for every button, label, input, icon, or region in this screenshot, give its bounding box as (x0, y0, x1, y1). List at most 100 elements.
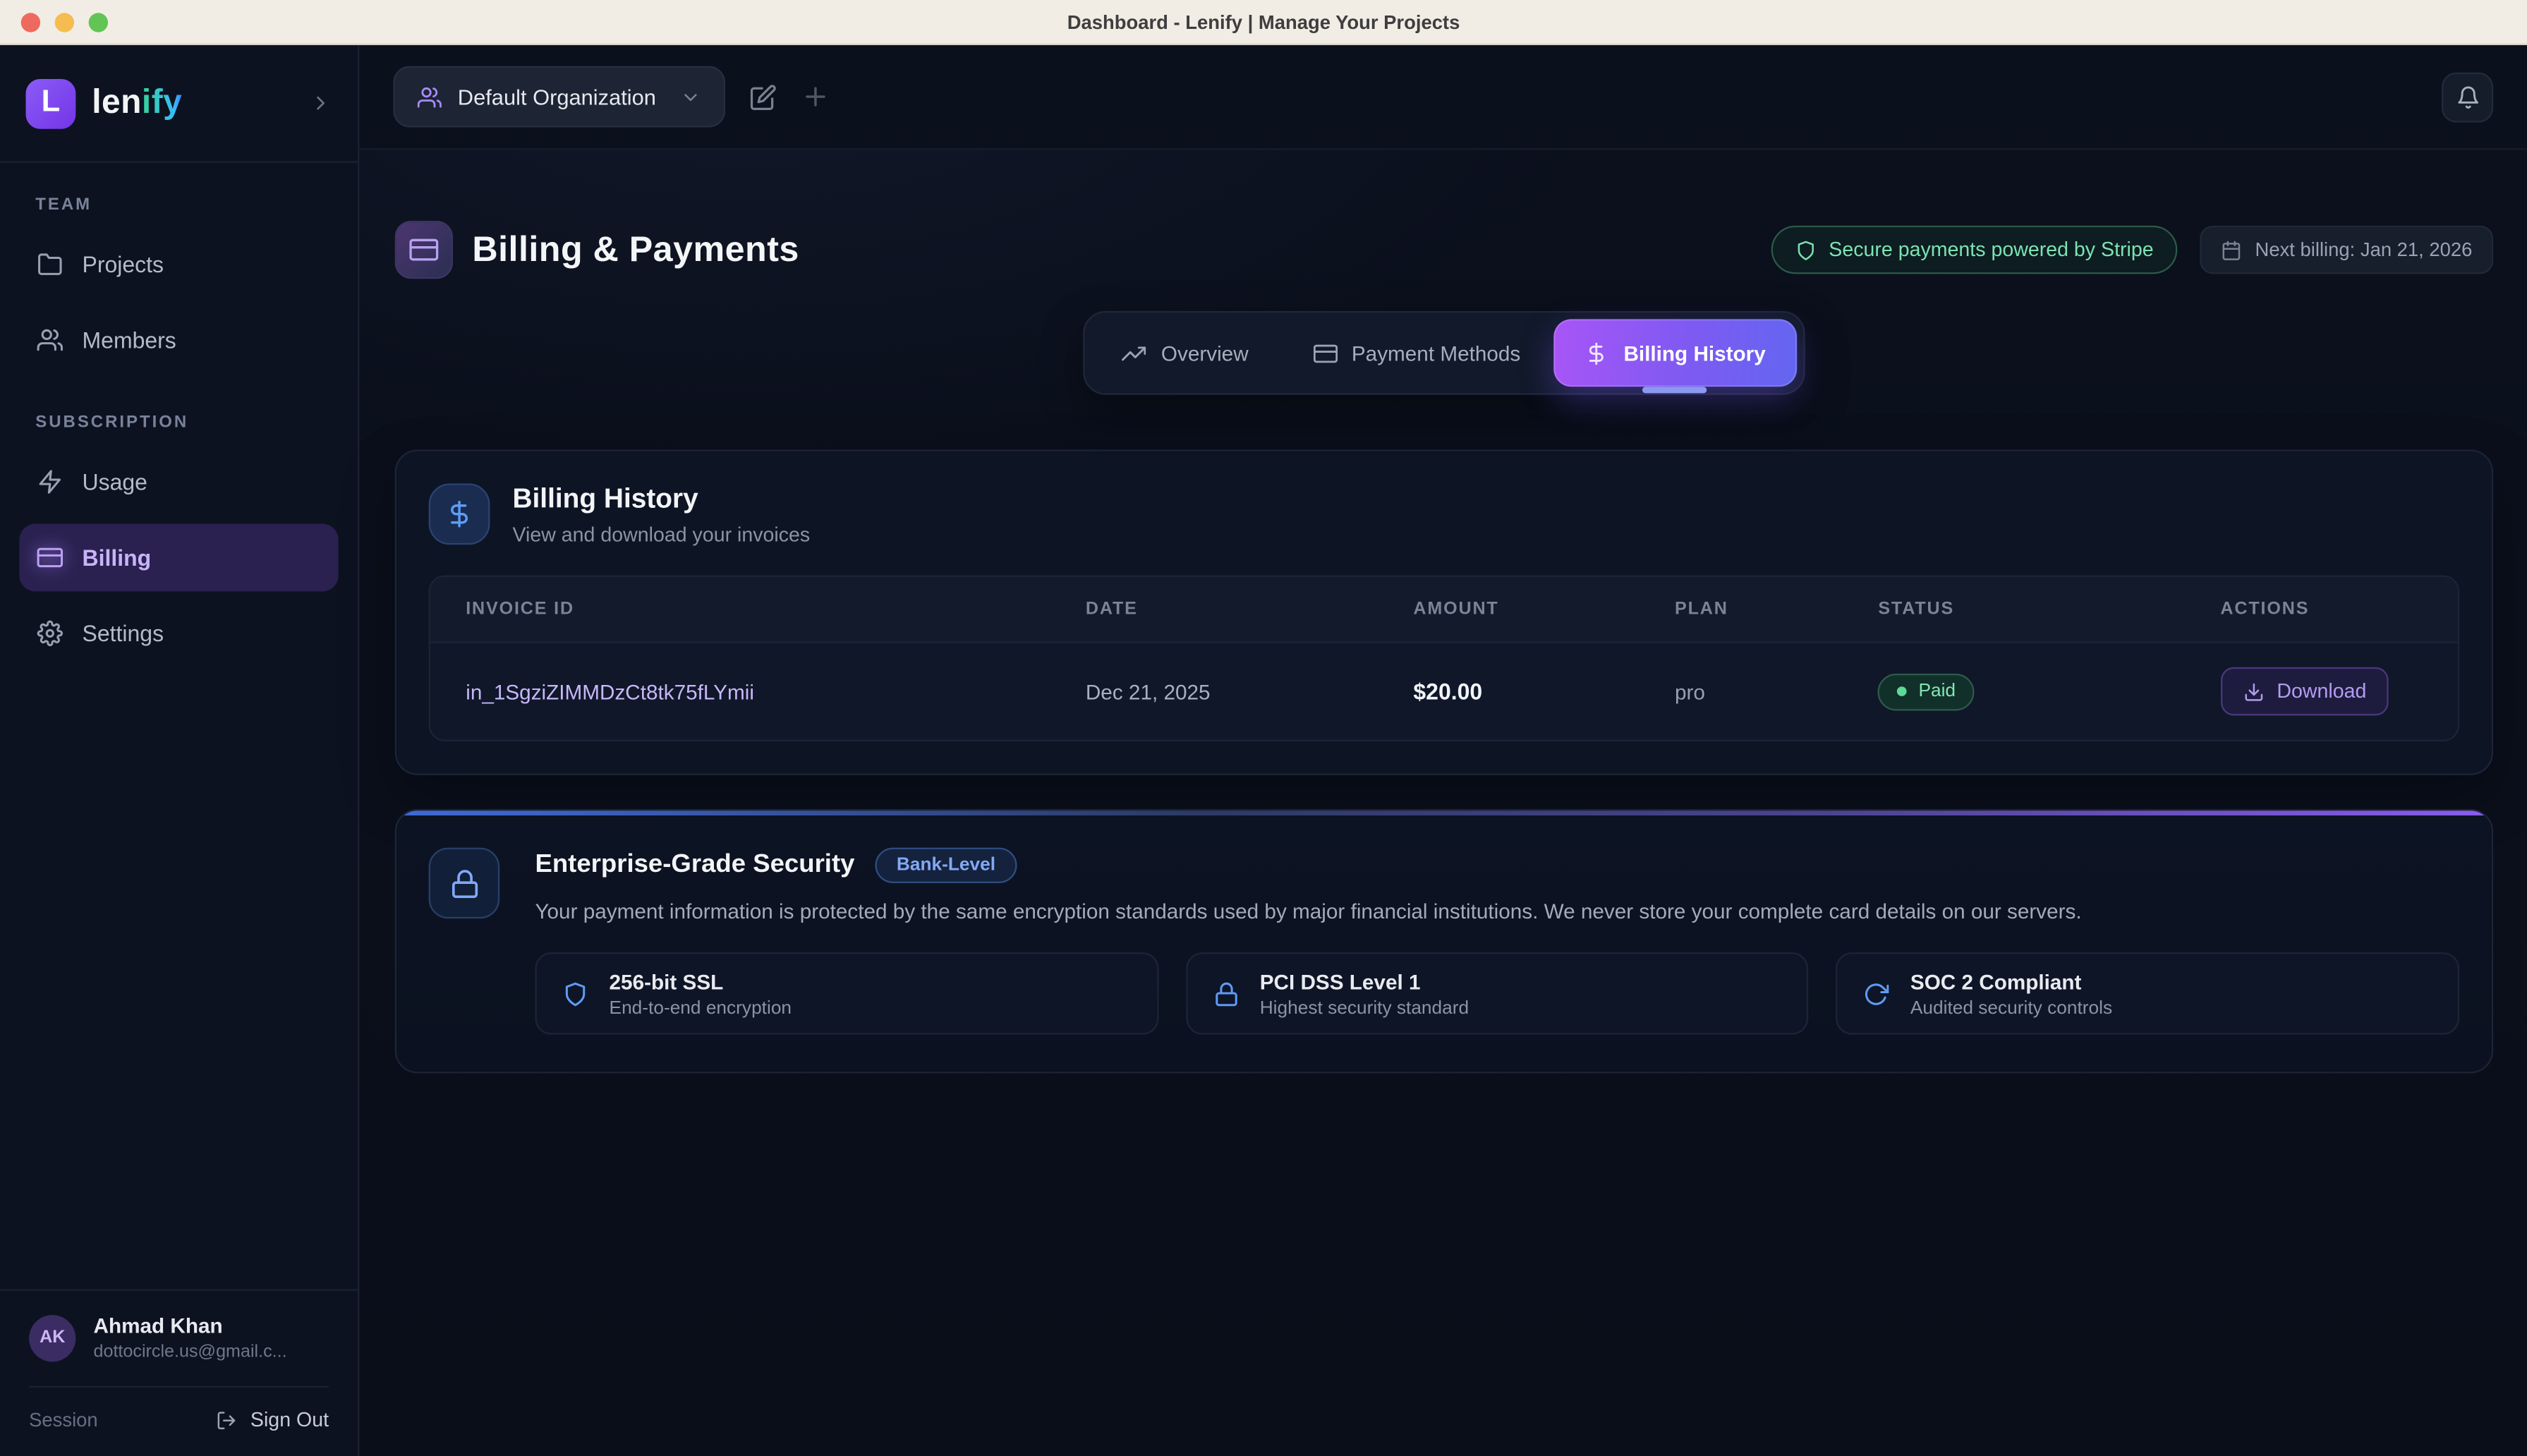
dollar-icon-badge (429, 483, 490, 545)
notifications-button[interactable] (2442, 72, 2493, 122)
invoice-date: Dec 21, 2025 (1060, 679, 1388, 703)
credit-card-icon (37, 545, 63, 571)
shield-icon (1795, 239, 1816, 260)
security-title: Enterprise-Grade Security (535, 851, 854, 880)
add-organization-button[interactable] (801, 83, 830, 111)
brand-logo: L (26, 78, 76, 128)
trending-up-icon (1122, 341, 1146, 365)
edit-organization-button[interactable] (749, 83, 777, 111)
user-profile: AK Ahmad Khan dottocircle.us@gmail.c... (29, 1314, 329, 1362)
sidebar-item-billing[interactable]: Billing (19, 523, 338, 591)
sidebar-item-projects[interactable]: Projects (19, 231, 338, 298)
sidebar-item-label: Settings (83, 621, 164, 647)
billing-page-icon (395, 221, 453, 279)
users-icon (37, 327, 63, 353)
maximize-button[interactable] (89, 13, 108, 32)
tab-billing-history[interactable]: Billing History (1554, 319, 1796, 387)
bank-level-badge: Bank-Level (875, 848, 1017, 883)
lock-icon (1213, 981, 1239, 1007)
gradient-accent-bar (396, 811, 2492, 815)
column-invoice-id: INVOICE ID (430, 600, 1060, 619)
credit-card-icon (409, 236, 438, 265)
chevron-down-icon (680, 86, 701, 107)
chevron-right-icon (310, 92, 332, 114)
sidebar-footer: AK Ahmad Khan dottocircle.us@gmail.c... … (0, 1290, 358, 1456)
calendar-icon (2222, 239, 2243, 260)
status-dot (1898, 686, 1908, 696)
shield-icon (562, 981, 588, 1007)
bell-icon (2455, 85, 2479, 109)
window-titlebar: Dashboard - Lenify | Manage Your Project… (0, 0, 2527, 45)
invoice-status-cell: Paid (1853, 673, 2195, 710)
card-subtitle: View and download your invoices (512, 523, 810, 546)
session-label: Session (29, 1409, 98, 1431)
user-email: dottocircle.us@gmail.c... (94, 1342, 287, 1361)
nav-section-subscription: SUBSCRIPTION (19, 413, 338, 432)
sidebar-item-settings[interactable]: Settings (19, 600, 338, 667)
stripe-security-badge: Secure payments powered by Stripe (1771, 226, 2178, 274)
content: Billing & Payments Secure payments power… (359, 150, 2527, 1456)
sidebar-item-usage[interactable]: Usage (19, 448, 338, 516)
sidebar-collapse-button[interactable] (310, 92, 332, 114)
zap-icon (37, 469, 63, 495)
folder-icon (37, 251, 63, 277)
nav-section-team: TEAM (19, 195, 338, 214)
column-actions: ACTIONS (2195, 600, 2458, 619)
column-plan: PLAN (1649, 600, 1852, 619)
table-row: in_1SgziZIMMDzCt8tk75fLYmii Dec 21, 2025… (430, 641, 2458, 739)
tab-payment-methods[interactable]: Payment Methods (1283, 319, 1551, 387)
app-window: Dashboard - Lenify | Manage Your Project… (0, 0, 2527, 1456)
download-invoice-button[interactable]: Download (2220, 667, 2389, 716)
credit-card-icon (1313, 341, 1337, 365)
main-area: Default Organization (359, 45, 2527, 1456)
brand-name: lenify (92, 84, 182, 123)
billing-history-card: Billing History View and download your i… (395, 449, 2493, 775)
security-card: Enterprise-Grade Security Bank-Level You… (395, 809, 2493, 1074)
table-header: INVOICE ID DATE AMOUNT PLAN STATUS ACTIO… (430, 577, 2458, 641)
dollar-icon (1585, 341, 1609, 365)
sign-out-button[interactable]: Sign Out (217, 1409, 329, 1431)
avatar: AK (29, 1314, 75, 1361)
gear-icon (37, 621, 63, 647)
sidebar: L lenify TEAM Projects Members SUBSCRIPT… (0, 45, 359, 1456)
sidebar-item-label: Billing (83, 545, 152, 571)
tab-overview[interactable]: Overview (1092, 319, 1279, 387)
brand-initial: L (42, 85, 61, 121)
organization-name: Default Organization (458, 85, 656, 109)
status-badge: Paid (1878, 673, 1975, 710)
security-features: 256-bit SSL End-to-end encryption PCI DS… (535, 952, 2459, 1035)
window-title: Dashboard - Lenify | Manage Your Project… (1067, 11, 1460, 33)
column-date: DATE (1060, 600, 1388, 619)
download-icon (2243, 681, 2264, 702)
logout-icon (217, 1409, 238, 1431)
organization-selector[interactable]: Default Organization (393, 66, 725, 128)
column-amount: AMOUNT (1388, 600, 1649, 619)
sidebar-nav: TEAM Projects Members SUBSCRIPTION Usage… (0, 163, 358, 1290)
feature-ssl: 256-bit SSL End-to-end encryption (535, 952, 1158, 1035)
sidebar-item-label: Members (83, 327, 176, 353)
card-title: Billing History (512, 483, 810, 516)
minimize-button[interactable] (55, 13, 74, 32)
close-button[interactable] (21, 13, 40, 32)
next-billing-badge: Next billing: Jan 21, 2026 (2200, 226, 2493, 274)
sidebar-item-label: Usage (83, 469, 147, 495)
invoices-table: INVOICE ID DATE AMOUNT PLAN STATUS ACTIO… (429, 576, 2459, 741)
billing-tabs: Overview Payment Methods Billing History (1084, 311, 1804, 395)
page-header: Billing & Payments Secure payments power… (395, 221, 2493, 279)
invoice-plan: pro (1649, 679, 1852, 703)
sidebar-item-members[interactable]: Members (19, 306, 338, 374)
window-controls (21, 13, 108, 32)
page-title: Billing & Payments (472, 229, 799, 270)
column-status: STATUS (1853, 600, 2195, 619)
users-icon (418, 85, 442, 109)
plus-icon (801, 83, 830, 111)
edit-icon (749, 83, 777, 111)
lock-icon-badge (429, 848, 500, 919)
topbar: Default Organization (359, 45, 2527, 150)
feature-soc2: SOC 2 Compliant Audited security control… (1836, 952, 2459, 1035)
invoice-actions-cell: Download (2195, 667, 2458, 716)
user-name: Ahmad Khan (94, 1314, 287, 1337)
invoice-amount: $20.00 (1388, 679, 1649, 705)
feature-pci: PCI DSS Level 1 Highest security standar… (1186, 952, 1809, 1035)
sidebar-header: L lenify (0, 45, 358, 163)
